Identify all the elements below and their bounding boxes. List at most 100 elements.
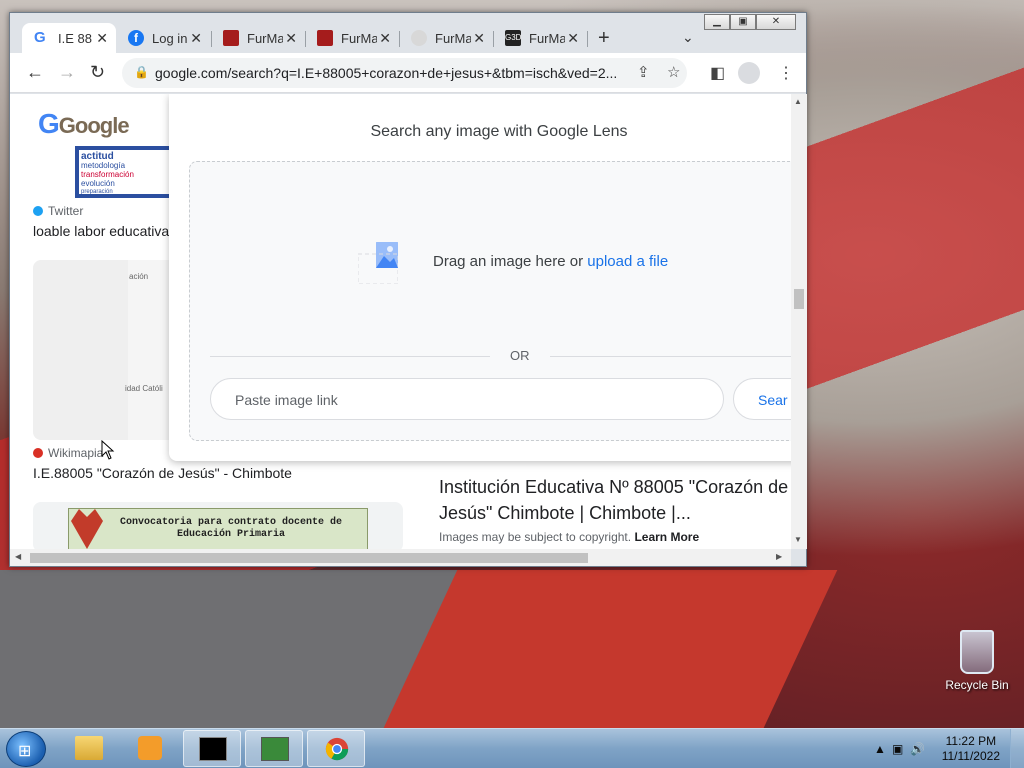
lens-title: Search any image with Google Lens [370, 123, 628, 140]
close-window-icon[interactable]: ✕ [756, 14, 796, 30]
system-tray: ▲ ▣ 🔊 11:22 PM 11/11/2022 [844, 729, 1024, 768]
clock-time: 11:22 PM [945, 734, 997, 748]
furmark-icon [223, 30, 239, 46]
map-road [128, 260, 173, 440]
recycle-bin[interactable]: Recycle Bin [942, 630, 1012, 692]
taskbar-chrome[interactable] [307, 730, 365, 767]
taskbar-media-player[interactable] [121, 730, 179, 767]
or-label: OR [510, 348, 530, 363]
browser-window: G I.E 88 ✕ f Log in ✕ FurMa ✕ FurMa ✕ Fu… [9, 12, 807, 567]
volume-icon[interactable]: 🔊 [910, 742, 925, 756]
g3d-icon: G3D [505, 30, 521, 46]
share-icon[interactable]: ⇪ [637, 63, 650, 81]
scroll-right-icon[interactable]: ▶ [776, 552, 782, 561]
vertical-scrollbar[interactable]: ▲ ▼ [791, 94, 807, 549]
thumb-word: metodología [81, 161, 126, 170]
scroll-down-icon[interactable]: ▼ [794, 535, 802, 544]
horizontal-scroll-thumb[interactable] [30, 553, 588, 563]
thumb-wordcloud: actitud metodología transformación evolu… [79, 150, 171, 195]
drag-instruction: Drag an image here or upload a file [433, 253, 668, 270]
image-upload-icon [358, 242, 398, 284]
tab-0[interactable]: G I.E 88 ✕ [22, 23, 116, 53]
copyright-notice: Images may be subject to copyright. Lear… [439, 530, 699, 544]
maximize-icon[interactable]: ▣ [730, 14, 756, 30]
taskbar-explorer[interactable] [60, 730, 118, 767]
back-arrow-icon[interactable]: ← [26, 62, 44, 83]
map-thumbnail[interactable]: ación idad Católi [33, 260, 173, 440]
address-bar[interactable]: 🔒 google.com/search?q=I.E+88005+corazon+… [122, 58, 687, 88]
command-prompt-icon [199, 737, 227, 761]
result-thumbnail[interactable]: Convocatoria para contrato docente de Ed… [33, 502, 403, 549]
search-button-label: Sear [758, 392, 788, 408]
taskbar-cmd[interactable] [183, 730, 241, 767]
forward-arrow-icon[interactable]: → [58, 62, 76, 83]
lens-search-button[interactable]: Sear [733, 378, 791, 420]
windows-logo-icon: ⊞ [18, 743, 32, 760]
side-panel-icon[interactable]: ◧ [710, 63, 725, 83]
learn-more-link[interactable]: Learn More [634, 530, 699, 544]
network-icon[interactable]: ▣ [892, 742, 903, 756]
chrome-icon [325, 737, 349, 761]
horizontal-scrollbar[interactable]: ◀ ▶ [10, 549, 791, 566]
new-tab-plus-icon[interactable]: + [598, 27, 610, 50]
close-tab-icon[interactable]: ✕ [379, 30, 391, 47]
tray-expand-icon[interactable]: ▲ [874, 742, 886, 756]
bookmark-star-icon[interactable]: ☆ [667, 63, 680, 81]
close-tab-icon[interactable]: ✕ [473, 30, 485, 47]
tab-title: Log in [152, 30, 188, 46]
wallpaper-carpet [382, 570, 838, 730]
thumb-word: transformación [81, 170, 134, 179]
tab-2[interactable]: FurMa ✕ [211, 23, 305, 53]
close-tab-icon[interactable]: ✕ [190, 30, 202, 47]
tab-title: FurMa [341, 30, 377, 46]
upload-file-link[interactable]: upload a file [587, 253, 668, 270]
tab-3[interactable]: FurMa ✕ [305, 23, 399, 53]
google-logo[interactable]: GGoogle [38, 108, 130, 140]
start-button[interactable]: ⊞ [6, 731, 46, 767]
tab-1[interactable]: f Log in ✕ [116, 23, 210, 53]
furmark-icon [317, 30, 333, 46]
wikimapia-icon [33, 448, 43, 458]
loading-icon [411, 30, 427, 46]
copyright-text: Images may be subject to copyright. [439, 530, 632, 544]
clock[interactable]: 11:22 PM 11/11/2022 [942, 734, 1000, 764]
menu-kebab-icon[interactable]: ⋮ [778, 63, 794, 83]
google-icon: G [34, 30, 50, 46]
show-desktop-button[interactable] [1010, 729, 1024, 768]
main-result-title[interactable]: Institución Educativa Nº 88005 "Corazón … [439, 474, 789, 526]
announcement-image: Convocatoria para contrato docente de Ed… [68, 508, 368, 549]
reload-icon[interactable]: ↻ [90, 62, 105, 83]
tab-5[interactable]: G3D FurMa ✕ [493, 23, 587, 53]
announcement-text: Convocatoria para contrato docente de Ed… [119, 517, 343, 540]
result-title[interactable]: loable labor educativa [33, 223, 173, 239]
mouse-cursor-icon [101, 440, 115, 460]
taskbar-network-app[interactable] [245, 730, 303, 767]
tab-4[interactable]: FurMa ✕ [399, 23, 493, 53]
scroll-up-icon[interactable]: ▲ [794, 97, 802, 106]
result-source[interactable]: Twitter [33, 204, 83, 218]
vertical-scroll-thumb[interactable] [794, 289, 804, 309]
tab-title: FurMa [247, 30, 283, 46]
folder-icon [75, 736, 103, 760]
tab-search-chevron-icon[interactable]: ⌄ [682, 29, 694, 46]
minimize-icon[interactable]: ▁ [704, 14, 730, 30]
tab-title: FurMa [529, 30, 565, 46]
close-tab-icon[interactable]: ✕ [567, 30, 579, 47]
paste-image-link-input[interactable]: Paste image link [210, 378, 724, 420]
result-source[interactable]: Wikimapia [33, 446, 103, 460]
map-label: ación [129, 272, 149, 281]
scroll-left-icon[interactable]: ◀ [15, 552, 21, 561]
close-tab-icon[interactable]: ✕ [96, 30, 108, 47]
tab-title: FurMa [435, 30, 471, 46]
result-title[interactable]: I.E.88005 "Corazón de Jesús" - Chimbote [33, 465, 403, 481]
close-tab-icon[interactable]: ✕ [285, 30, 297, 47]
image-drop-zone[interactable]: Drag an image here or upload a file OR P… [189, 161, 791, 441]
google-lens-panel: Search any image with Google Lens Drag a… [169, 94, 791, 461]
page-viewport: GGoogle actitud metodología transformaci… [10, 94, 791, 549]
tab-separator [587, 31, 588, 47]
thumb-word: actitud [81, 151, 114, 162]
result-thumbnail[interactable]: actitud metodología transformación evolu… [75, 146, 175, 198]
taskbar: ⊞ ▲ ▣ 🔊 11:22 PM 11/11/2022 [0, 728, 1024, 768]
recycle-bin-icon [960, 630, 994, 674]
profile-avatar-icon[interactable] [738, 62, 760, 84]
